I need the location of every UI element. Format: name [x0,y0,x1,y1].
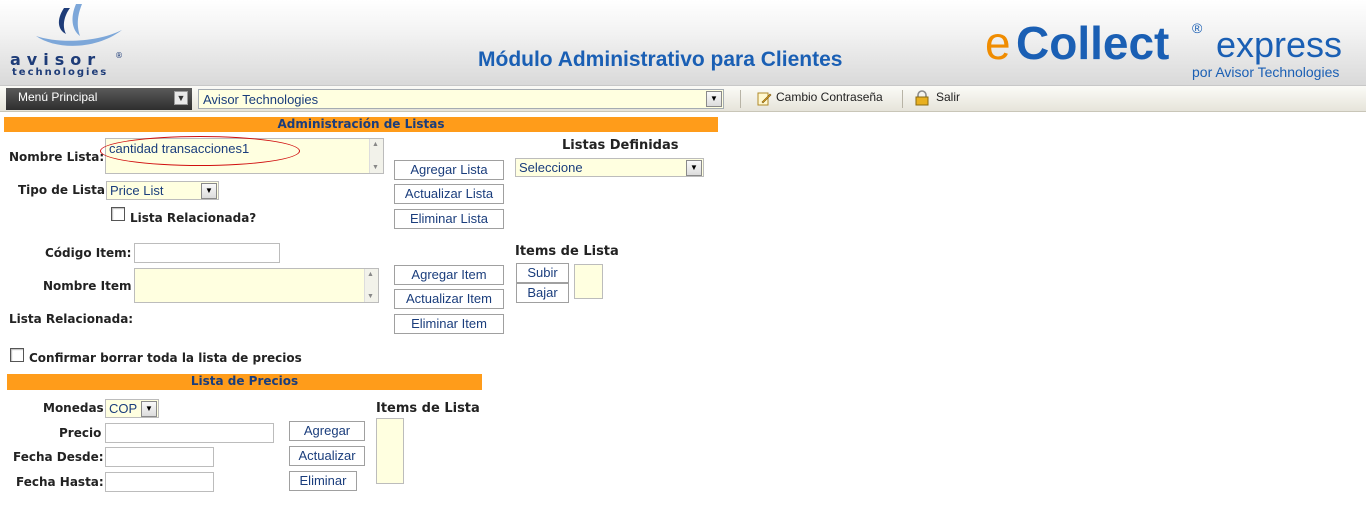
date-from-input[interactable] [105,447,214,467]
list-type-label: Tipo de Lista [18,183,105,197]
brand-registered-mark: ® [1192,20,1203,36]
date-from-label: Fecha Desde: [13,450,104,464]
defined-lists-select[interactable]: Seleccione ▼ [515,158,704,177]
list-name-input[interactable]: cantidad transacciones1 ▲ ▼ [105,138,384,174]
page-title: Módulo Administrativo para Clientes [478,48,843,71]
currency-select[interactable]: COP ▼ [105,399,159,418]
delete-price-button[interactable]: Eliminar [289,471,357,491]
related-list-checkbox-label: Lista Relacionada? [130,211,257,225]
list-items-listbox[interactable] [574,264,603,299]
move-up-button[interactable]: Subir [516,263,569,283]
delete-item-button[interactable]: Eliminar Item [394,314,504,334]
avisor-logo-icon [36,4,122,46]
list-name-label: Nombre Lista: [9,150,105,164]
list-items-label: Items de Lista [515,244,619,259]
change-password-link[interactable]: Cambio Contraseña [776,90,883,104]
item-name-scrollbar[interactable]: ▲ ▼ [364,269,378,302]
date-to-label: Fecha Hasta: [16,475,104,489]
dropdown-arrow-icon[interactable]: ▼ [201,183,217,199]
company-select-value: Avisor Technologies [203,92,319,107]
app-header: avisor ® technologies Módulo Administrat… [0,0,1366,86]
dropdown-arrow-icon[interactable]: ▼ [706,91,722,107]
confirm-delete-checkbox[interactable] [10,348,24,362]
logout-link[interactable]: Salir [936,90,960,104]
main-menu-button[interactable]: Menú Principal ▼ [6,88,192,110]
date-to-input[interactable] [105,472,214,492]
toolbar-divider [740,90,741,108]
confirm-delete-label: Confirmar borrar toda la lista de precio… [29,351,302,365]
add-list-button[interactable]: Agregar Lista [394,160,504,180]
list-name-scrollbar[interactable]: ▲ ▼ [369,139,383,173]
update-price-button[interactable]: Actualizar [289,446,365,466]
delete-list-button[interactable]: Eliminar Lista [394,209,504,229]
price-list-section-title: Lista de Precios [7,374,482,390]
item-code-input[interactable] [134,243,280,263]
edit-password-icon [757,92,772,106]
logo-subtitle: technologies [12,67,109,78]
item-code-label: Código Item: [45,246,132,260]
add-price-button[interactable]: Agregar [289,421,365,441]
list-name-value: cantidad transacciones1 [109,141,250,156]
price-list-items-listbox[interactable] [376,418,404,484]
scroll-down-icon[interactable]: ▼ [372,164,379,171]
update-list-button[interactable]: Actualizar Lista [394,184,504,204]
price-list-items-label: Items de Lista [376,401,480,416]
defined-lists-value: Seleccione [519,160,583,175]
main-menu-label: Menú Principal [18,90,98,104]
lists-admin-section-title: Administración de Listas [4,117,718,132]
related-list-label: Lista Relacionada: [9,312,134,326]
logo-registered-mark: ® [115,51,123,60]
brand-logo-collect: Collect [1016,17,1170,69]
price-label: Precio [59,426,102,440]
item-name-label: Nombre Item [43,279,132,293]
currency-value: COP [109,401,138,416]
company-select[interactable]: Avisor Technologies ▼ [198,89,724,109]
scroll-down-icon[interactable]: ▼ [367,293,374,300]
related-list-checkbox[interactable] [111,207,125,221]
list-type-select[interactable]: Price List ▼ [106,181,219,200]
brand-logo-e: e [985,17,1011,69]
currency-label: Monedas [43,401,104,415]
scroll-up-icon[interactable]: ▲ [367,271,374,278]
dropdown-arrow-icon[interactable]: ▼ [141,401,157,417]
price-input[interactable] [105,423,274,443]
toolbar-divider [902,90,903,108]
toolbar: Menú Principal ▼ Avisor Technologies ▼ C… [0,86,1366,112]
brand-byline: por Avisor Technologies [1192,64,1340,80]
add-item-button[interactable]: Agregar Item [394,265,504,285]
brand-logo-express: express [1216,24,1343,65]
item-name-input[interactable]: ▲ ▼ [134,268,379,303]
move-down-button[interactable]: Bajar [516,283,569,303]
scroll-up-icon[interactable]: ▲ [372,141,379,148]
chevron-down-icon[interactable]: ▼ [174,91,188,105]
lock-icon [915,90,929,106]
dropdown-arrow-icon[interactable]: ▼ [686,160,702,176]
list-type-value: Price List [110,183,164,198]
update-item-button[interactable]: Actualizar Item [394,289,504,309]
defined-lists-label: Listas Definidas [562,138,679,153]
